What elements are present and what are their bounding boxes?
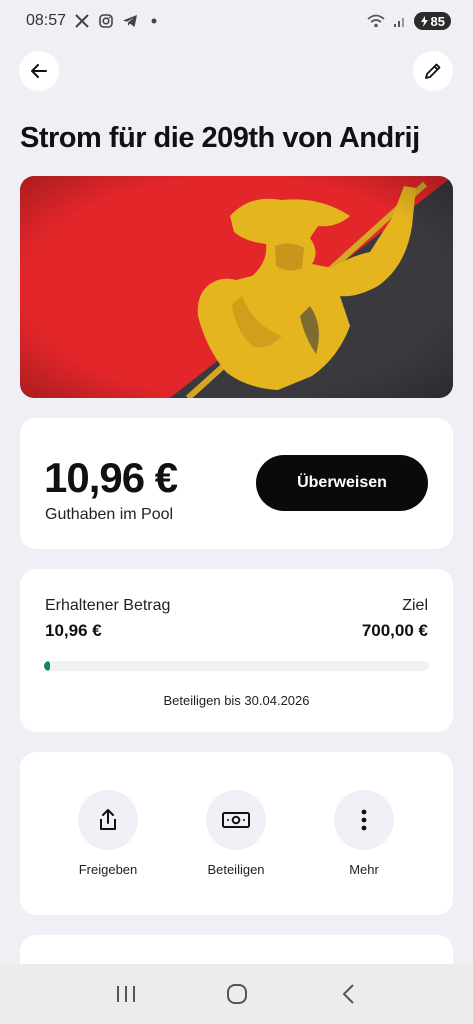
recent-apps-icon <box>115 984 137 1004</box>
more-button[interactable] <box>334 790 394 850</box>
home-button[interactable] <box>207 974 267 1014</box>
received-label: Erhaltener Betrag <box>45 597 171 614</box>
arrow-left-icon <box>29 61 49 81</box>
pencil-icon <box>423 61 443 81</box>
status-time: 08:57 <box>26 12 67 29</box>
goal-value: 700,00 € <box>361 621 428 640</box>
contribute-action[interactable]: Beteiligen <box>186 790 286 877</box>
recent-apps-button[interactable] <box>96 974 156 1014</box>
share-label: Freigeben <box>78 862 138 877</box>
more-label: Mehr <box>349 862 379 877</box>
status-left: 08:57 <box>26 12 162 30</box>
instagram-icon <box>98 13 114 29</box>
status-right: 85 <box>366 12 451 30</box>
battery-icon: 85 <box>413 12 451 30</box>
system-back-button[interactable] <box>318 974 378 1014</box>
battery-level: 85 <box>430 13 445 29</box>
chevron-left-icon <box>341 983 355 1005</box>
balance-label: Guthaben im Pool <box>45 506 174 523</box>
progress-fill <box>44 661 51 671</box>
money-icon <box>221 810 251 830</box>
transfer-button[interactable]: Überweisen <box>256 455 428 511</box>
status-bar: 08:57 85 <box>0 0 473 42</box>
more-vertical-icon <box>361 809 367 831</box>
actions-card: Freigeben Beteiligen Mehr <box>20 752 453 915</box>
contribute-label: Beteiligen <box>207 862 265 877</box>
deadline-text: Beteiligen bis 30.04.2026 <box>163 693 310 708</box>
x-icon <box>74 13 90 29</box>
page-title: Strom für die 209th von Andrij <box>20 122 420 154</box>
share-button[interactable] <box>78 790 138 850</box>
goal-label: Ziel <box>402 597 428 614</box>
contribute-button[interactable] <box>206 790 266 850</box>
balance-card: 10,96 € Guthaben im Pool Überweisen <box>20 418 453 549</box>
pool-banner-image <box>20 176 453 398</box>
progress-card: Erhaltener Betrag 10,96 € Ziel 700,00 € … <box>20 569 453 732</box>
received-value: 10,96 € <box>45 621 102 640</box>
wifi-icon <box>366 13 386 29</box>
home-icon <box>226 983 248 1005</box>
back-button[interactable] <box>19 51 59 91</box>
more-action[interactable]: Mehr <box>314 790 414 877</box>
dot-icon <box>146 13 162 29</box>
balance-amount: 10,96 € <box>44 454 178 501</box>
share-icon <box>97 808 119 832</box>
system-nav-bar <box>0 964 473 1024</box>
progress-track <box>44 661 429 671</box>
share-action[interactable]: Freigeben <box>58 790 158 877</box>
edit-button[interactable] <box>413 51 453 91</box>
telegram-icon <box>122 13 138 29</box>
signal-icon <box>392 13 408 29</box>
